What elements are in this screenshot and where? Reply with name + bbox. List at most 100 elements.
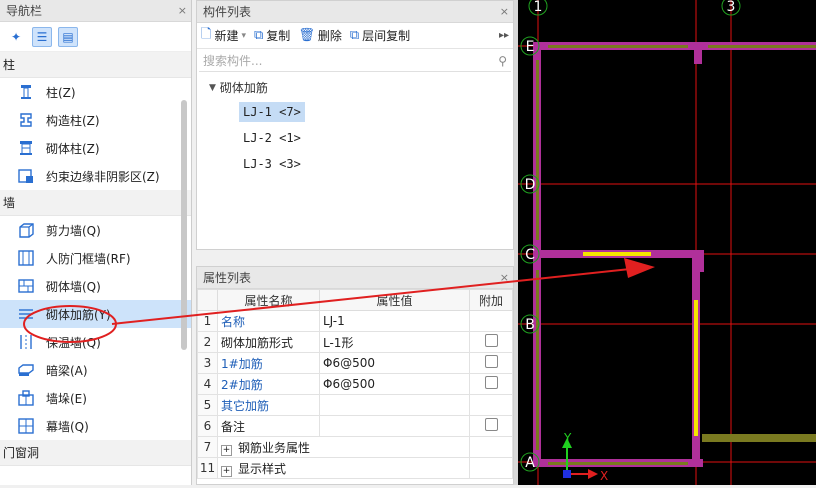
axis-label-c: C — [525, 247, 535, 263]
beam-1a — [536, 60, 539, 240]
axis-label-b: B — [525, 317, 535, 333]
properties-table: 属性名称 属性值 附加 1 名称 LJ-1 2 砌体加筋形式 L-1形 3 1#… — [197, 289, 513, 479]
trash-icon: 🗑 — [298, 28, 315, 43]
tree-expand-icon[interactable]: ▼ — [209, 83, 216, 93]
nav-item-hidden-beam[interactable]: 暗梁(A) — [0, 356, 191, 384]
group-wall[interactable]: 墙 — [0, 190, 191, 216]
door-frame-wall-icon — [16, 248, 36, 268]
nav-item-column[interactable]: 柱(Z) — [0, 78, 191, 106]
component-list-panel: 构件列表 × 🗋 新建 ▾ ⧉ 复制 🗑 删除 ⧉ 层间复制 ▸▸ 搜索构件... ⚲ ▼… — [196, 0, 514, 250]
other-rebar-value[interactable] — [319, 394, 470, 416]
close-icon[interactable]: × — [500, 267, 509, 289]
table-header: 属性名称 属性值 附加 — [197, 289, 513, 311]
component-toolbar: 🗋 新建 ▾ ⧉ 复制 🗑 删除 ⧉ 层间复制 ▸▸ — [197, 23, 513, 49]
close-icon[interactable]: × — [178, 0, 187, 22]
table-row[interactable]: 4 2#加筋 Φ6@500 — [197, 373, 513, 395]
detail-view-icon[interactable]: ▤ — [58, 26, 78, 47]
rebar-c[interactable] — [583, 252, 651, 256]
name-value[interactable]: LJ-1 — [319, 310, 470, 332]
beam-e2 — [708, 45, 816, 48]
attach-checkbox[interactable] — [485, 376, 498, 389]
insulation-wall-icon — [16, 332, 36, 352]
rebar-form-value[interactable]: L-1形 — [319, 331, 470, 353]
axis-label-1: 1 — [534, 0, 543, 15]
curtain-wall-icon — [16, 416, 36, 436]
table-row[interactable]: 7 + 钢筋业务属性 — [197, 436, 513, 458]
axis-label-d: D — [525, 177, 536, 193]
nav-item-wall-pier[interactable]: 墙垛(E) — [0, 384, 191, 412]
pin-icon[interactable]: ✦ — [6, 27, 26, 47]
group-column[interactable]: 柱 — [0, 52, 191, 78]
table-row[interactable]: 3 1#加筋 Φ6@500 — [197, 352, 513, 374]
table-row[interactable]: 1 名称 LJ-1 — [197, 310, 513, 332]
search-icon[interactable]: ⚲ — [498, 54, 507, 68]
search-input[interactable]: 搜索构件... ⚲ — [199, 50, 511, 72]
masonry-column-icon — [16, 138, 36, 158]
tree-item-lj2[interactable]: LJ-2 <1> — [239, 128, 305, 148]
nav-item-boundary-zone[interactable]: 约束边缘非阴影区(Z) — [0, 162, 191, 190]
middle-panel: 构件列表 × 🗋 新建 ▾ ⧉ 复制 🗑 删除 ⧉ 层间复制 ▸▸ 搜索构件... ⚲ ▼… — [196, 0, 514, 485]
column-icon — [16, 82, 36, 102]
attach-checkbox[interactable] — [485, 355, 498, 368]
remark-value[interactable] — [319, 415, 470, 437]
shear-wall-icon — [16, 220, 36, 240]
axis-label-3: 3 — [727, 0, 736, 15]
list-view-icon[interactable]: ☰ — [32, 26, 52, 47]
nav-item-masonry-rebar[interactable]: 砌体加筋(Y) — [0, 300, 191, 328]
masonry-wall-icon — [16, 276, 36, 296]
expand-icon[interactable]: + — [221, 444, 232, 456]
nav-toolbar: ✦ ☰ ▤ — [0, 22, 191, 52]
group-door-window[interactable]: 门窗洞 — [0, 440, 191, 466]
beam-1b — [536, 270, 539, 450]
beam-a — [548, 462, 688, 465]
table-row[interactable]: 11 + 显示样式 — [197, 457, 513, 479]
nav-item-curtain-wall[interactable]: 幕墙(Q) — [0, 412, 191, 440]
beam-a2 — [702, 434, 816, 442]
delete-button[interactable]: 🗑 删除 — [298, 27, 342, 44]
nav-item-insulation-wall[interactable]: 保温墙(Q) — [0, 328, 191, 356]
floor-copy-button[interactable]: ⧉ 层间复制 — [350, 27, 410, 44]
properties-title: 属性列表 × — [197, 267, 513, 289]
nav-item-masonry-wall[interactable]: 砌体墙(Q) — [0, 272, 191, 300]
chevron-down-icon[interactable]: ▾ — [241, 31, 246, 41]
tree-item-lj1[interactable]: LJ-1 <7> — [239, 102, 305, 122]
axis-label-e: E — [526, 39, 535, 55]
properties-panel: 属性列表 × 属性名称 属性值 附加 1 名称 LJ-1 2 砌体加筋形式 L-… — [196, 266, 514, 485]
nav-scrollbar[interactable] — [181, 100, 187, 350]
attach-checkbox[interactable] — [485, 418, 498, 431]
close-icon[interactable]: × — [500, 1, 509, 23]
drawing-canvas[interactable]: 1 3 E D C B A Y X — [518, 0, 816, 485]
nav-title: 导航栏 × — [0, 0, 191, 22]
copy-icon: ⧉ — [254, 28, 264, 43]
component-list-title: 构件列表 × — [197, 1, 513, 23]
floor-copy-icon: ⧉ — [349, 28, 360, 43]
table-row[interactable]: 5 其它加筋 — [197, 394, 513, 416]
more-icon[interactable]: ▸▸ — [499, 30, 509, 41]
rebar-2[interactable] — [694, 300, 698, 436]
expand-icon[interactable]: + — [221, 465, 232, 477]
copy-button[interactable]: ⧉ 复制 — [254, 27, 290, 44]
boundary-zone-icon — [16, 166, 36, 186]
table-row[interactable]: 2 砌体加筋形式 L-1形 — [197, 331, 513, 353]
rebar2-value[interactable]: Φ6@500 — [319, 373, 470, 395]
nav-item-masonry-column[interactable]: 砌体柱(Z) — [0, 134, 191, 162]
wall-pier-icon — [16, 388, 36, 408]
beam-e1 — [548, 45, 688, 48]
new-icon: 🗋 — [201, 26, 212, 42]
attach-checkbox[interactable] — [485, 334, 498, 347]
tree-root[interactable]: ▼ 砌体加筋 — [197, 73, 513, 96]
ucs-x-label: X — [600, 469, 608, 483]
column-c2[interactable] — [692, 250, 704, 272]
new-button[interactable]: 🗋 新建 ▾ — [201, 25, 246, 47]
rebar1-value[interactable]: Φ6@500 — [319, 352, 470, 374]
axis-label-a: A — [525, 455, 535, 471]
navigation-panel: 导航栏 × ✦ ☰ ▤ 柱 柱(Z) 构造柱(Z) 砌体柱(Z) 约束边缘非阴影… — [0, 0, 192, 485]
nav-item-shear-wall[interactable]: 剪力墙(Q) — [0, 216, 191, 244]
wall-stub[interactable] — [694, 42, 702, 64]
nav-item-constructional-column[interactable]: 构造柱(Z) — [0, 106, 191, 134]
nav-item-civil-defense-wall[interactable]: 人防门框墙(RF) — [0, 244, 191, 272]
tree-item-lj3[interactable]: LJ-3 <3> — [239, 154, 305, 174]
plan-drawing[interactable]: 1 3 E D C B A Y X — [518, 0, 816, 485]
table-row[interactable]: 6 备注 — [197, 415, 513, 437]
masonry-rebar-icon — [16, 304, 36, 324]
